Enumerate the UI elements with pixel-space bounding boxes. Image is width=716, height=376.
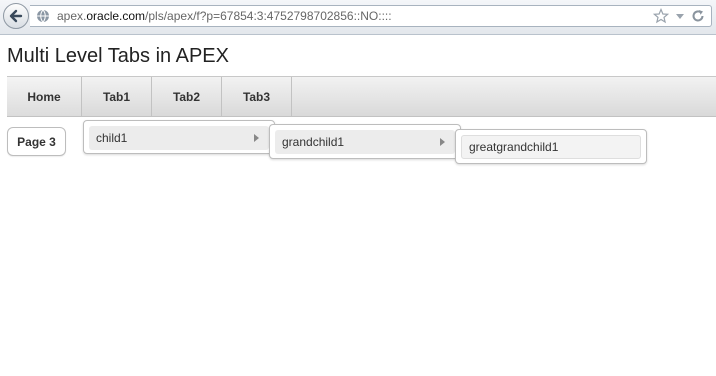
star-bookmark-icon[interactable]	[653, 8, 669, 24]
submenu-level2: grandchild1	[269, 124, 461, 159]
url-text: apex.oracle.com/pls/apex/f?p=67854:3:475…	[57, 9, 392, 23]
tab-tab3[interactable]: Tab3	[222, 77, 292, 116]
menu-item-grandchild1[interactable]: grandchild1	[275, 130, 455, 154]
globe-icon	[37, 9, 49, 23]
tab-home[interactable]: Home	[7, 77, 82, 116]
submenu-level1: child1	[83, 120, 275, 154]
submenu-level3: greatgrandchild1	[455, 129, 647, 164]
menu-item-label: grandchild1	[282, 135, 345, 149]
page-title: Multi Level Tabs in APEX	[7, 45, 229, 67]
menu-item-label: greatgrandchild1	[469, 140, 559, 154]
tab-tab2[interactable]: Tab2	[152, 77, 222, 116]
tab-bar: Home Tab1 Tab2 Tab3	[7, 76, 716, 117]
submenu-arrow-icon	[254, 134, 259, 142]
submenu-arrow-icon	[440, 138, 445, 146]
reload-icon[interactable]	[691, 9, 705, 23]
page3-button[interactable]: Page 3	[7, 127, 66, 156]
back-arrow-icon	[9, 9, 23, 23]
menu-item-greatgrandchild1[interactable]: greatgrandchild1	[461, 135, 641, 159]
address-bar[interactable]: apex.oracle.com/pls/apex/f?p=67854:3:475…	[30, 5, 712, 27]
dropdown-arrow-icon[interactable]	[675, 11, 685, 21]
menu-item-child1[interactable]: child1	[89, 126, 269, 150]
browser-toolbar: apex.oracle.com/pls/apex/f?p=67854:3:475…	[0, 0, 716, 35]
menu-item-label: child1	[96, 131, 128, 145]
back-button[interactable]	[3, 3, 29, 29]
tab-tab1[interactable]: Tab1	[82, 77, 152, 116]
